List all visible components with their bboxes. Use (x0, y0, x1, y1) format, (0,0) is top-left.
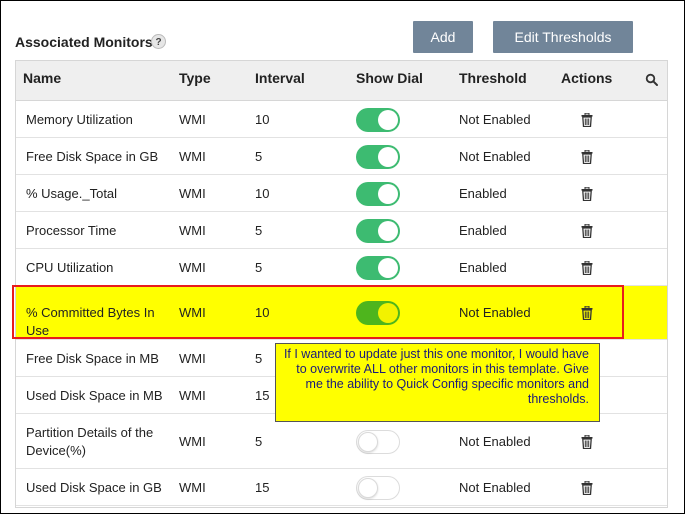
monitor-type: WMI (179, 186, 206, 201)
threshold-status: Enabled (459, 186, 507, 201)
monitor-name: Memory Utilization (26, 112, 133, 127)
trash-icon[interactable] (581, 223, 593, 239)
show-dial-toggle[interactable] (356, 182, 400, 206)
trash-icon[interactable] (581, 434, 593, 450)
section-title: Associated Monitors (15, 34, 153, 50)
monitor-name: Used Disk Space in MB (26, 388, 163, 403)
monitor-name: Partition Details of the Device(%) (26, 425, 154, 458)
threshold-status: Not Enabled (459, 305, 531, 320)
show-dial-toggle[interactable] (356, 219, 400, 243)
monitor-type: WMI (179, 149, 206, 164)
monitor-name: Free Disk Space in MB (26, 351, 159, 366)
threshold-status: Not Enabled (459, 149, 531, 164)
annotation-callout: If I wanted to update just this one moni… (275, 343, 600, 422)
trash-icon[interactable] (581, 149, 593, 165)
monitor-type: WMI (179, 305, 206, 320)
column-header-actions: Actions (561, 70, 613, 86)
monitor-name: Used Disk Space in GB (26, 480, 162, 495)
toggle-knob (378, 184, 398, 204)
trash-icon[interactable] (581, 305, 593, 321)
threshold-status: Not Enabled (459, 112, 531, 127)
monitor-interval: 5 (255, 149, 263, 164)
threshold-status: Enabled (459, 260, 507, 275)
monitor-type: WMI (179, 388, 206, 403)
monitor-interval: 5 (255, 260, 263, 275)
column-header-show-dial[interactable]: Show Dial (356, 61, 423, 100)
monitor-interval: 15 (255, 388, 270, 403)
monitor-interval: 5 (255, 223, 263, 238)
monitor-type: WMI (179, 260, 206, 275)
show-dial-toggle[interactable] (356, 256, 400, 280)
toggle-knob (378, 303, 398, 323)
trash-icon[interactable] (581, 480, 593, 496)
threshold-status: Enabled (459, 223, 507, 238)
threshold-status: Not Enabled (459, 480, 531, 495)
help-icon[interactable]: ? (151, 34, 166, 49)
monitor-type: WMI (179, 434, 206, 449)
show-dial-toggle[interactable] (356, 108, 400, 132)
edit-thresholds-button[interactable]: Edit Thresholds (493, 21, 633, 53)
column-header-name[interactable]: Name (23, 61, 61, 100)
column-header-type[interactable]: Type (179, 61, 211, 100)
monitor-name: % Usage._Total (26, 186, 118, 201)
monitor-type: WMI (179, 480, 206, 495)
monitor-type: WMI (179, 351, 206, 366)
table-row: Used Disk Space in GB WMI 15 Not Enabled (16, 469, 667, 506)
monitor-interval: 5 (255, 351, 263, 366)
monitor-name: CPU Utilization (26, 260, 114, 275)
table-row: Processor Time WMI 5 Enabled (16, 212, 667, 249)
show-dial-toggle[interactable] (356, 430, 400, 454)
toggle-knob (378, 221, 398, 241)
table-row: CPU Utilization WMI 5 Enabled (16, 249, 667, 286)
toggle-knob (378, 147, 398, 167)
monitor-name: % Committed Bytes In Use (26, 305, 155, 338)
monitor-type: WMI (179, 223, 206, 238)
add-button[interactable]: Add (413, 21, 473, 53)
monitor-interval: 10 (255, 112, 270, 127)
table-row: Free Disk Space in GB WMI 5 Not Enabled (16, 138, 667, 175)
toggle-knob (378, 258, 398, 278)
toggle-knob (358, 478, 378, 498)
search-icon[interactable] (645, 73, 659, 87)
trash-icon[interactable] (581, 186, 593, 202)
show-dial-toggle[interactable] (356, 145, 400, 169)
monitor-interval: 5 (255, 434, 263, 449)
show-dial-toggle[interactable] (356, 476, 400, 500)
monitor-interval: 10 (255, 305, 270, 320)
monitor-type: WMI (179, 112, 206, 127)
trash-icon[interactable] (581, 112, 593, 128)
show-dial-toggle[interactable] (356, 301, 400, 325)
monitor-name: Free Disk Space in GB (26, 149, 159, 164)
table-row: % Usage._Total WMI 10 Enabled (16, 175, 667, 212)
column-header-interval[interactable]: Interval (255, 61, 305, 100)
threshold-status: Not Enabled (459, 434, 531, 449)
trash-icon[interactable] (581, 260, 593, 276)
table-row: Partition Details of the Device(%) WMI 5 No… (16, 414, 667, 469)
toggle-knob (378, 110, 398, 130)
toggle-knob (358, 432, 378, 452)
monitor-interval: 10 (255, 186, 270, 201)
table-row: % Committed Bytes In Use WMI 10 Not Enabled (16, 286, 667, 340)
column-header-threshold[interactable]: Threshold (459, 61, 527, 100)
table-row: Memory Utilization WMI 10 Not Enabled (16, 101, 667, 138)
monitor-name: Processor Time (26, 223, 117, 238)
monitor-interval: 15 (255, 480, 270, 495)
table-header: Name Type Interval Show Dial Threshold A… (16, 61, 667, 101)
